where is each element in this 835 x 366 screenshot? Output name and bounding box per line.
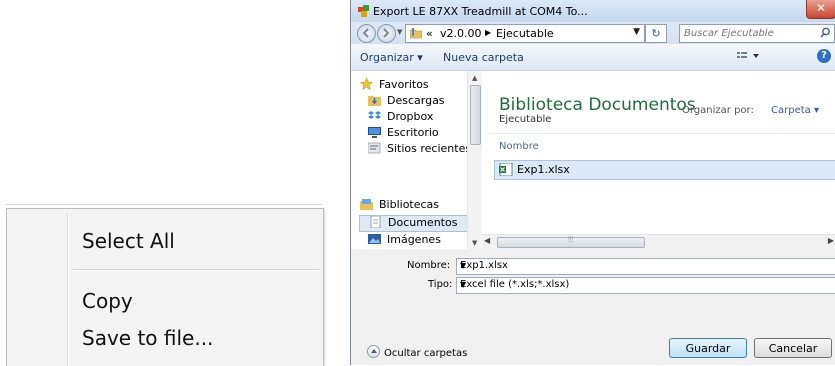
command-bar: Organizar ▾ Nueva carpeta ? (351, 44, 835, 71)
back-arrow-icon (362, 28, 369, 38)
recent-places-icon (367, 142, 382, 154)
library-subtitle: Ejecutable (499, 114, 552, 125)
scroll-right-icon[interactable]: ▶ (828, 236, 834, 245)
breadcrumb-v2[interactable]: v2.0.00 (440, 27, 482, 40)
library-title: Biblioteca Documentos (499, 95, 696, 115)
back-button[interactable] (357, 24, 376, 43)
file-name: Exp1.xlsx (517, 163, 570, 176)
search-box[interactable] (679, 24, 835, 43)
nav-label: Descargas (387, 94, 445, 107)
nav-label: Escritorio (387, 126, 439, 139)
filetype-select[interactable]: Excel file (*.xls;*.xlsx) ▼ (456, 277, 835, 294)
nav-sitios-recientes[interactable]: Sitios recientes (367, 142, 472, 157)
collapse-icon (367, 345, 380, 358)
horizontal-scrollbar[interactable]: ◀ ⦙⦙⦙ ▶ (482, 234, 835, 250)
scroll-down-icon[interactable]: ▼ (472, 239, 477, 247)
filename-dropdown-icon[interactable]: ▼ (460, 261, 832, 270)
nav-favorites[interactable]: Favoritos (359, 77, 429, 93)
menu-item-select-all[interactable]: Select All (82, 229, 175, 253)
navigation-pane: Favoritos Descargas Dropbox Escritorio S… (351, 71, 481, 249)
arrange-by-dropdown[interactable]: Carpeta ▾ (771, 105, 819, 116)
libraries-icon (360, 198, 374, 210)
nav-dropbox[interactable]: Dropbox (368, 110, 433, 125)
desktop-icon (368, 126, 382, 138)
folder-icon (410, 28, 422, 39)
organize-menu[interactable]: Organizar ▾ (360, 51, 423, 64)
filename-label: Nombre: (407, 260, 451, 271)
horizontal-scroll-thumb[interactable]: ⦙⦙⦙ (497, 235, 645, 248)
scroll-left-icon[interactable]: ◀ (484, 236, 490, 245)
nav-label: Bibliotecas (379, 198, 440, 211)
breadcrumb-separator-icon: ▶ (485, 28, 492, 37)
excel-file-icon (499, 163, 513, 176)
refresh-button[interactable]: ↻ (645, 24, 667, 43)
title-bar: Export LE 87XX Treadmill at COM4 To... ✕ (351, 0, 835, 22)
forward-button[interactable] (377, 24, 396, 43)
menu-item-save-to-file[interactable]: Save to file... (82, 326, 213, 350)
menu-gutter-highlight (68, 213, 69, 366)
history-dropdown-icon[interactable]: ▼ (397, 28, 402, 36)
address-bar[interactable]: « v2.0.00 ▶ Ejecutable ▼ (405, 24, 645, 43)
nav-descargas[interactable]: Descargas (368, 94, 445, 109)
close-button[interactable]: ✕ (806, 0, 835, 19)
nav-documentos[interactable]: Documentos (359, 215, 472, 232)
menu-item-copy[interactable]: Copy (82, 289, 133, 313)
menu-separator-highlight (73, 270, 319, 271)
grip-icon: ⦙⦙⦙ (568, 235, 574, 244)
navigation-scrollbar[interactable]: ▲ ▼ (467, 71, 482, 249)
scroll-thumb[interactable] (470, 85, 481, 145)
pictures-icon (368, 233, 382, 245)
address-dropdown-icon[interactable]: ▼ (633, 27, 640, 37)
hide-folders-label: Ocultar carpetas (384, 348, 468, 359)
close-icon: ✕ (816, 1, 827, 15)
window-title: Export LE 87XX Treadmill at COM4 To... (373, 5, 588, 18)
downloads-folder-icon (368, 94, 382, 106)
nav-label: Dropbox (387, 110, 434, 123)
nav-imagenes[interactable]: Imágenes (368, 233, 441, 248)
context-menu: Select All Copy Save to file... (6, 208, 324, 366)
help-icon[interactable]: ? (817, 49, 831, 63)
documents-icon (369, 215, 383, 229)
address-overflow[interactable]: « (426, 27, 433, 40)
save-button[interactable]: Guardar (669, 338, 747, 358)
column-header-name[interactable]: Nombre (499, 141, 539, 152)
header-divider (489, 133, 835, 134)
file-list-pane: Biblioteca Documentos Ejecutable Organiz… (482, 71, 835, 234)
cancel-button[interactable]: Cancelar (754, 338, 832, 358)
nav-label: Sitios recientes (387, 142, 472, 155)
file-row[interactable]: Exp1.xlsx (494, 160, 835, 180)
nav-label: Imágenes (387, 233, 441, 246)
nav-label: Documentos (388, 216, 458, 229)
save-dialog: Export LE 87XX Treadmill at COM4 To... ✕… (350, 0, 835, 365)
view-options-icon[interactable] (737, 51, 761, 61)
app-icon (358, 5, 369, 17)
dropbox-icon (368, 110, 382, 122)
forward-arrow-icon (383, 28, 390, 38)
nav-label: Favoritos (379, 78, 429, 91)
search-icon[interactable] (820, 27, 831, 38)
address-row: ▼ « v2.0.00 ▶ Ejecutable ▼ ↻ (351, 22, 835, 44)
refresh-icon: ↻ (651, 27, 661, 40)
filetype-dropdown-icon[interactable]: ▼ (460, 280, 832, 289)
nav-bibliotecas[interactable]: Bibliotecas (360, 198, 439, 213)
new-folder-button[interactable]: Nueva carpeta (443, 51, 524, 64)
scroll-up-icon[interactable]: ▲ (472, 74, 477, 82)
nav-escritorio[interactable]: Escritorio (368, 126, 439, 141)
filename-field[interactable]: Exp1.xlsx ▼ (456, 258, 835, 275)
arrange-by-label: Organizar por: (682, 105, 754, 116)
hide-folders-toggle[interactable]: Ocultar carpetas (367, 345, 467, 359)
search-input[interactable] (680, 25, 818, 42)
star-icon (359, 77, 374, 91)
breadcrumb-ejecutable[interactable]: Ejecutable (496, 27, 554, 40)
filetype-label: Tipo: (428, 279, 453, 290)
